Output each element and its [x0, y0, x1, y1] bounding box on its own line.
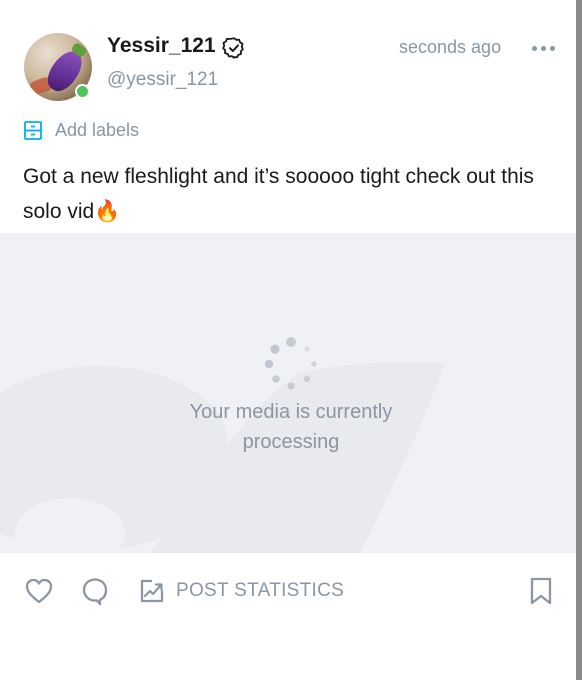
- post-actions: POST STATISTICS: [0, 570, 576, 614]
- fire-emoji: 🔥: [94, 199, 121, 223]
- post-header: Yessir_121 @yessir_121 seconds ago: [0, 0, 576, 110]
- verified-icon: [222, 37, 244, 59]
- comment-icon[interactable]: [80, 576, 110, 606]
- online-status-dot: [75, 84, 90, 99]
- media-processing-text: Your media is currently processing: [189, 401, 393, 453]
- user-handle[interactable]: @yessir_121: [107, 69, 218, 91]
- heart-icon[interactable]: [24, 576, 54, 606]
- post-statistics-label: POST STATISTICS: [176, 580, 345, 601]
- media-placeholder[interactable]: [0, 233, 576, 553]
- post-card: Yessir_121 @yessir_121 seconds ago Add l…: [0, 0, 576, 680]
- bookmark-icon[interactable]: [527, 576, 555, 606]
- label-icon: [24, 121, 42, 140]
- watermark-logo: [0, 362, 445, 553]
- add-labels-label: Add labels: [55, 120, 140, 140]
- post-timestamp[interactable]: seconds ago: [399, 37, 501, 58]
- display-name[interactable]: Yessir_121: [107, 34, 216, 58]
- more-options-icon[interactable]: [530, 40, 558, 56]
- loading-spinner-icon: [264, 337, 317, 390]
- scrollbar[interactable]: [576, 0, 582, 680]
- stats-icon: [140, 579, 164, 603]
- post-text: Got a new fleshlight and it’s sooooo tig…: [23, 160, 563, 229]
